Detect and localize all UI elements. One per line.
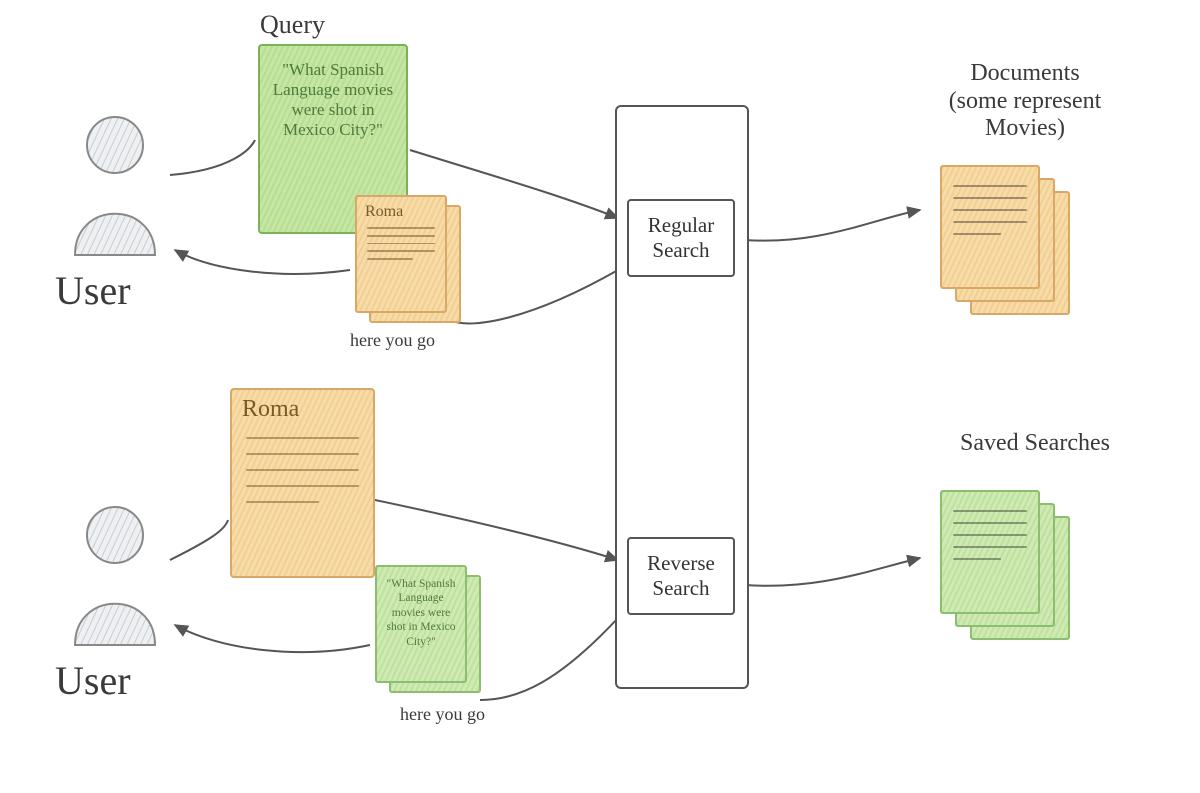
query-header-label: Query [260, 10, 325, 40]
here-you-go-top: here you go [350, 330, 435, 351]
saved-searches-stack [940, 490, 1080, 640]
here-you-go-bottom: here you go [400, 704, 485, 725]
user-icon-top [55, 110, 175, 260]
documents-stack [940, 165, 1080, 315]
roma-input-doc: Roma [230, 388, 375, 578]
user-label-bottom: User [55, 658, 131, 704]
reverse-search-box: Reverse Search [627, 537, 735, 615]
regular-search-box: Regular Search [627, 199, 735, 277]
documents-header: Documents (some represent Movies) [890, 60, 1160, 143]
roma-input-title: Roma [242, 396, 363, 423]
query-text: "What Spanish Language movies were shot … [270, 60, 396, 140]
top-result-title: Roma [365, 203, 439, 221]
bottom-result-stack: "What Spanish Language movies were shot … [375, 565, 485, 695]
saved-searches-header: Saved Searches [910, 430, 1160, 458]
user-icon-bottom [55, 500, 175, 650]
bottom-result-text: "What Spanish Language movies were shot … [383, 577, 459, 649]
top-result-stack: Roma [355, 195, 465, 325]
user-label-top: User [55, 268, 131, 314]
search-engine-column: Regular Search Reverse Search [615, 105, 749, 689]
